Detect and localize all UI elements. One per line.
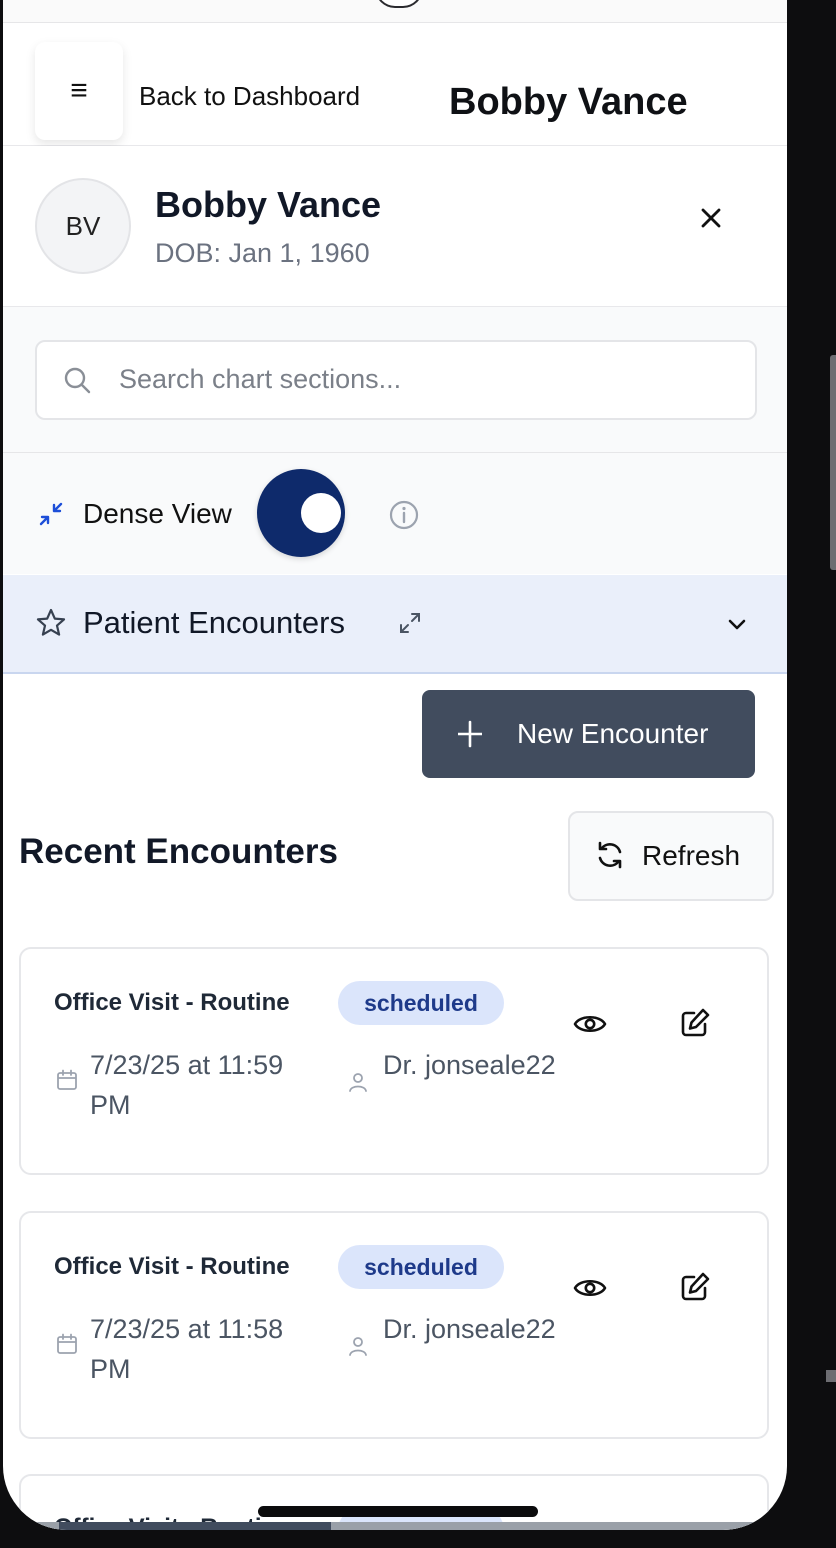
info-icon[interactable] <box>387 498 421 532</box>
avatar: BV <box>35 178 131 274</box>
search-box <box>35 340 757 420</box>
horizontal-scrollbar[interactable] <box>3 1522 787 1530</box>
search-area <box>3 307 787 453</box>
section-title: Patient Encounters <box>83 605 345 640</box>
dense-view-label: Dense View <box>83 498 232 529</box>
patient-name: Bobby Vance <box>155 184 382 225</box>
status-badge: scheduled <box>338 1245 504 1289</box>
app-screen: Back to Dashboard Bobby Vance ≡ BV Bobby… <box>3 0 787 1530</box>
encounter-provider: Dr. jonseale22 <box>383 1314 556 1344</box>
encounter-title: Office Visit - Routine <box>54 989 290 1016</box>
side-button <box>830 355 836 570</box>
edit-icon[interactable] <box>679 1007 711 1039</box>
eye-icon[interactable] <box>573 1011 607 1037</box>
encounter-datetime: 7/23/25 at 11:59 PM <box>90 1050 284 1120</box>
calendar-icon <box>57 1069 77 1090</box>
toggle-knob <box>301 493 341 533</box>
encounter-datetime: 7/23/25 at 11:58 PM <box>90 1314 284 1384</box>
search-input[interactable] <box>117 356 701 402</box>
calendar-icon <box>57 1333 77 1354</box>
patient-summary: BV Bobby Vance DOB: Jan 1, 1960 <box>3 146 787 307</box>
chevron-down-icon[interactable] <box>723 611 751 639</box>
star-icon[interactable] <box>35 607 67 639</box>
eye-icon[interactable] <box>573 1275 607 1301</box>
edit-icon[interactable] <box>679 1271 711 1303</box>
expand-icon[interactable] <box>398 611 422 635</box>
status-badge: scheduled <box>338 981 504 1025</box>
encounter-card[interactable]: Office Visit - Routine scheduled 7/23/25… <box>19 1211 769 1439</box>
patient-dob: DOB: Jan 1, 1960 <box>155 238 370 268</box>
user-icon <box>349 1337 367 1356</box>
scrollbar-thumb[interactable] <box>59 1522 331 1530</box>
back-to-dashboard-link[interactable]: Back to Dashboard <box>139 81 360 112</box>
dense-view-toggle[interactable] <box>257 469 345 557</box>
minimize-icon <box>39 502 63 526</box>
search-icon <box>64 367 91 394</box>
refresh-label: Refresh <box>642 840 741 871</box>
menu-button[interactable]: ≡ <box>35 42 123 140</box>
section-header-patient-encounters[interactable]: Patient Encounters <box>3 575 787 674</box>
hamburger-icon: ≡ <box>70 74 88 107</box>
encounter-card[interactable]: Office Visit - Routine scheduled 7/23/25… <box>19 947 769 1175</box>
close-icon[interactable] <box>695 202 727 234</box>
recent-encounters-title: Recent Encounters <box>19 832 338 871</box>
new-encounter-label: New Encounter <box>517 718 709 749</box>
status-bar <box>3 0 787 23</box>
camera-icon <box>375 0 423 8</box>
encounter-title: Office Visit - Routine <box>54 1253 290 1280</box>
encounter-provider: Dr. jonseale22 <box>383 1050 556 1080</box>
user-icon <box>349 1073 367 1092</box>
refresh-button[interactable]: Refresh <box>568 811 774 901</box>
dense-view-row: Dense View <box>3 453 787 574</box>
plus-icon <box>458 720 482 748</box>
phone-frame: Back to Dashboard Bobby Vance ≡ BV Bobby… <box>0 0 836 1548</box>
page-title: Bobby Vance <box>449 81 688 123</box>
new-encounter-button[interactable]: New Encounter <box>422 690 755 778</box>
home-indicator[interactable] <box>258 1506 538 1517</box>
refresh-icon <box>598 841 622 869</box>
side-button <box>826 1370 836 1382</box>
